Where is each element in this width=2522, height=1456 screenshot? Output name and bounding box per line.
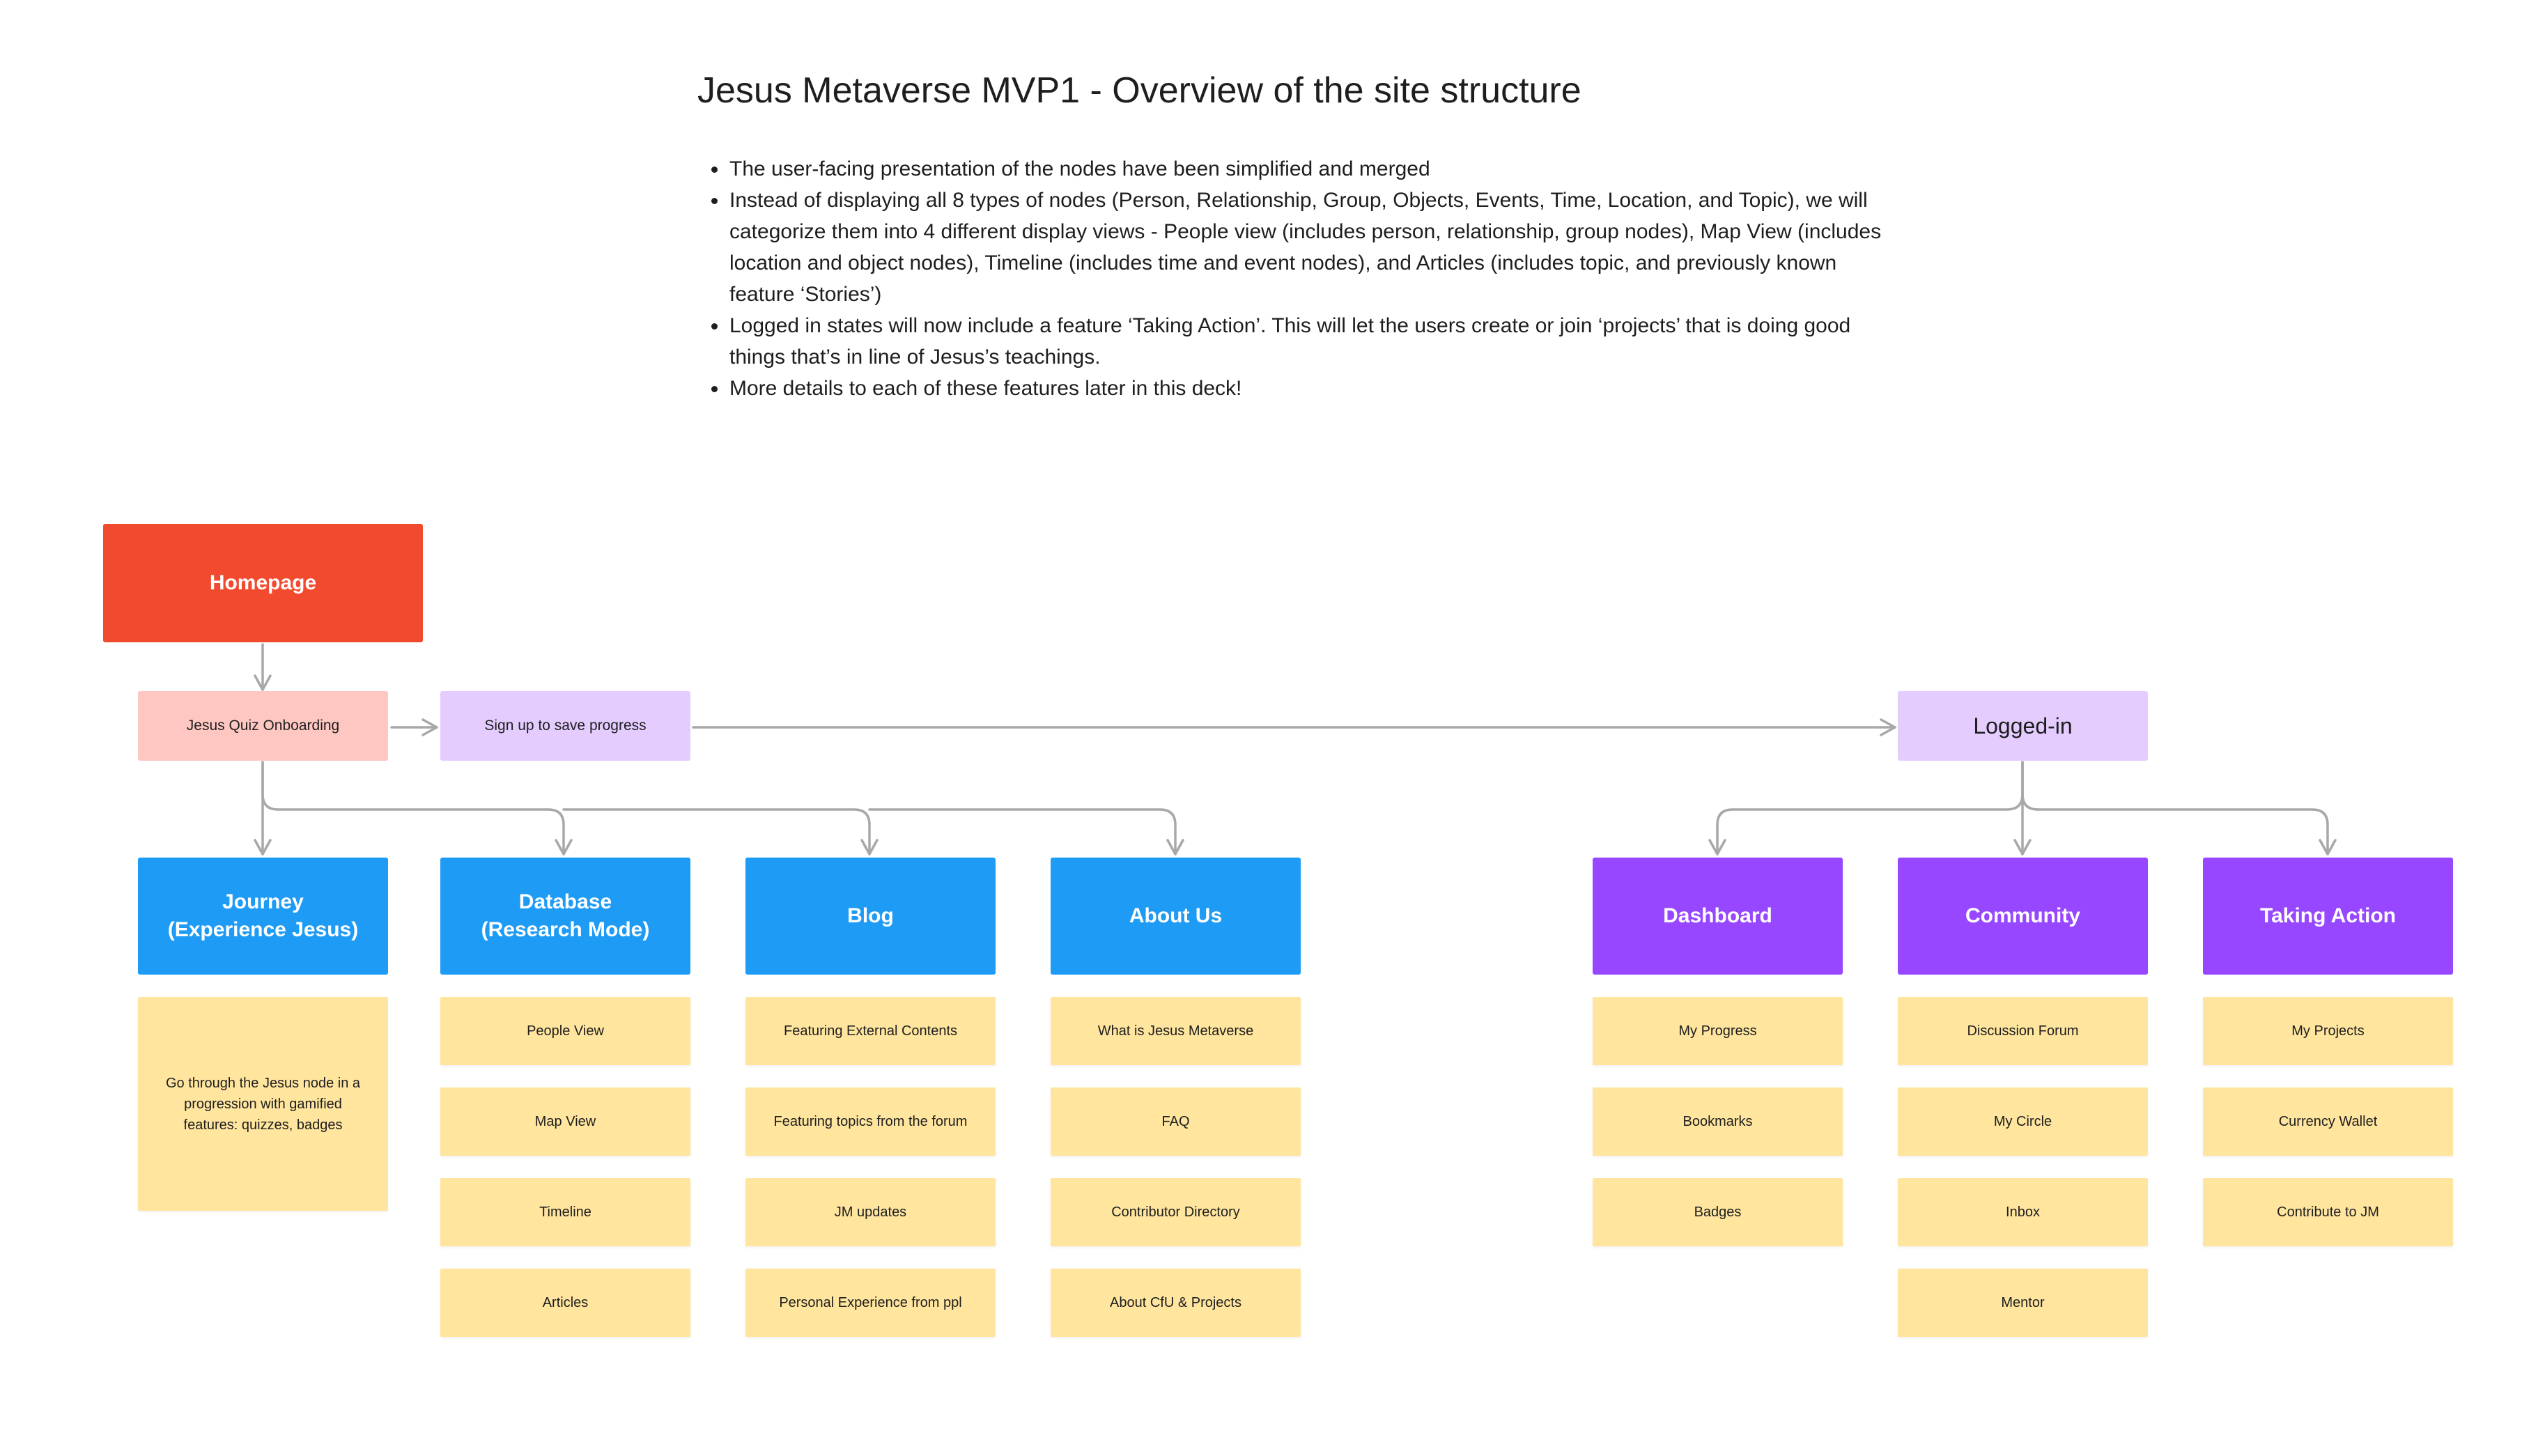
dashboard-node: Dashboard — [1593, 858, 1843, 975]
about-us-item: What is Jesus Metaverse — [1051, 997, 1301, 1065]
taking-action-item-label: My Projects — [2291, 1023, 2365, 1039]
community-node: Community — [1898, 858, 2148, 975]
dashboard-item-label: Bookmarks — [1682, 1114, 1753, 1129]
homepage-label: Homepage — [209, 571, 317, 594]
journey-note-text: Go through the Jesus node in a progressi… — [165, 1075, 361, 1133]
about-us-title: About Us — [1129, 904, 1223, 927]
blog-item: Personal Experience from ppl — [745, 1269, 996, 1337]
taking-action-item-label: Contribute to JM — [2277, 1205, 2379, 1220]
blog-item-label: Featuring External Contents — [783, 1023, 958, 1039]
database-item-label: Articles — [542, 1295, 589, 1310]
logged-in-node: Logged-in — [1898, 691, 2148, 761]
blog-item: JM updates — [745, 1178, 996, 1246]
database-item-label: Timeline — [539, 1205, 591, 1220]
arrow-quiz-to-database — [261, 761, 573, 855]
database-node: Database (Research Mode) — [440, 858, 690, 975]
taking-action-item-label: Currency Wallet — [2278, 1114, 2378, 1129]
homepage-node: Homepage — [103, 524, 423, 642]
arrow-quiz-to-about — [868, 808, 1184, 855]
database-item: Articles — [440, 1269, 690, 1337]
database-title: Database — [518, 890, 612, 913]
journey-node: Journey (Experience Jesus) — [138, 858, 388, 975]
community-item: My Circle — [1898, 1087, 2148, 1156]
about-us-item-label: Contributor Directory — [1111, 1205, 1240, 1220]
taking-action-item: Contribute to JM — [2203, 1178, 2453, 1246]
about-us-item-label: What is Jesus Metaverse — [1097, 1023, 1254, 1039]
community-item: Discussion Forum — [1898, 997, 2148, 1065]
about-us-item-label: About CfU & Projects — [1110, 1295, 1241, 1310]
database-item-label: Map View — [534, 1114, 596, 1129]
about-us-item: About CfU & Projects — [1051, 1269, 1301, 1337]
database-item-label: People View — [527, 1023, 604, 1039]
community-item: Mentor — [1898, 1269, 2148, 1337]
community-item: Inbox — [1898, 1178, 2148, 1246]
about-us-item: FAQ — [1051, 1087, 1301, 1156]
dashboard-item: Badges — [1593, 1178, 1843, 1246]
taking-action-item: My Projects — [2203, 997, 2453, 1065]
community-item-label: Inbox — [2006, 1205, 2040, 1220]
journey-note: Go through the Jesus node in a progressi… — [138, 997, 388, 1211]
community-item-label: Discussion Forum — [1967, 1023, 2079, 1039]
dashboard-item-label: My Progress — [1678, 1023, 1757, 1039]
taking-action-title: Taking Action — [2260, 904, 2396, 927]
database-item: People View — [440, 997, 690, 1065]
database-item: Timeline — [440, 1178, 690, 1246]
blog-node: Blog — [745, 858, 996, 975]
community-item-label: Mentor — [2001, 1295, 2045, 1310]
blog-item-label: Featuring topics from the forum — [773, 1114, 968, 1129]
blog-item: Featuring External Contents — [745, 997, 996, 1065]
blog-item-label: JM updates — [834, 1205, 907, 1220]
arrow-quiz-to-blog — [562, 808, 879, 855]
taking-action-node: Taking Action — [2203, 858, 2453, 975]
dashboard-item: Bookmarks — [1593, 1087, 1843, 1156]
community-item-label: My Circle — [1993, 1114, 2052, 1129]
arrow-loggedin-to-taking-action — [2021, 761, 2337, 855]
blog-item: Featuring topics from the forum — [745, 1087, 996, 1156]
journey-subtitle: (Experience Jesus) — [167, 918, 359, 941]
signup-node: Sign up to save progress — [440, 691, 690, 761]
dashboard-item: My Progress — [1593, 997, 1843, 1065]
signup-label: Sign up to save progress — [484, 718, 647, 734]
journey-title: Journey — [222, 890, 304, 913]
dashboard-title: Dashboard — [1663, 904, 1772, 927]
about-us-item-label: FAQ — [1161, 1114, 1190, 1129]
taking-action-item: Currency Wallet — [2203, 1087, 2453, 1156]
dashboard-item-label: Badges — [1694, 1205, 1742, 1220]
database-item: Map View — [440, 1087, 690, 1156]
blog-title: Blog — [847, 904, 894, 927]
about-us-item: Contributor Directory — [1051, 1178, 1301, 1246]
database-subtitle: (Research Mode) — [481, 918, 650, 941]
about-us-node: About Us — [1051, 858, 1301, 975]
blog-item-label: Personal Experience from ppl — [779, 1295, 962, 1310]
community-title: Community — [1965, 904, 2080, 927]
quiz-onboarding-node: Jesus Quiz Onboarding — [138, 691, 388, 761]
quiz-onboarding-label: Jesus Quiz Onboarding — [186, 718, 340, 734]
arrow-loggedin-to-dashboard — [1708, 761, 2024, 855]
logged-in-label: Logged-in — [1973, 713, 2073, 738]
